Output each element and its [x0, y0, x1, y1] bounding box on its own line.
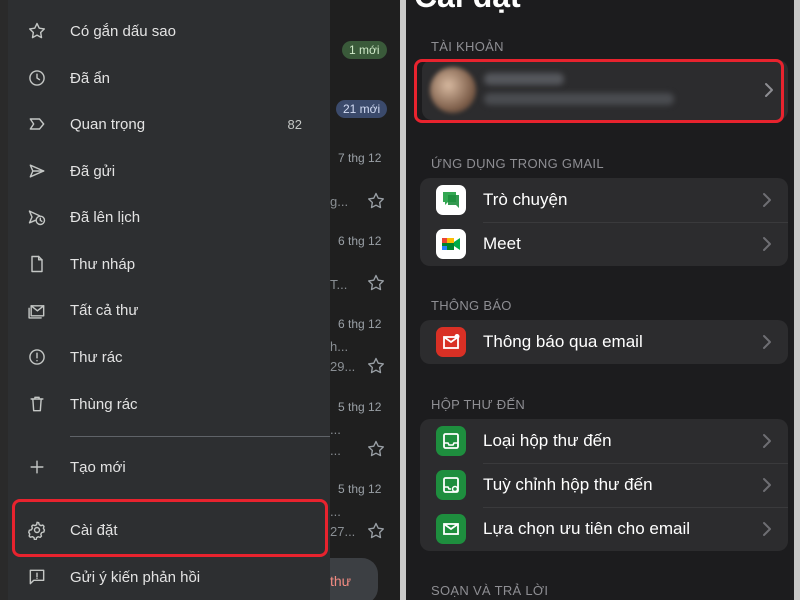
send-icon: [26, 160, 48, 182]
email-snippet: h...: [330, 339, 349, 354]
drawer-item-feedback[interactable]: Gửi ý kiến phản hồi: [8, 554, 330, 600]
email-snippet: ...: [330, 443, 341, 458]
settings-row-email-notifications[interactable]: Thông báo qua email: [420, 320, 788, 364]
inbox-group: Loại hộp thư đến Tuỳ chỉnh hộp thư đến L…: [420, 419, 788, 551]
drawer-item-create-new[interactable]: Tạo mới: [8, 444, 330, 490]
drawer-item-label: Đã ẩn: [70, 69, 111, 87]
drawer-item-snoozed[interactable]: Đã ẩn: [8, 55, 330, 101]
settings-row-meet[interactable]: Meet: [420, 222, 788, 266]
chevron-right-icon: [762, 521, 772, 537]
drawer-item-label: Có gắn dấu sao: [70, 22, 176, 40]
alert-circle-icon: [26, 346, 48, 368]
drawer-item-label: Tạo mới: [70, 458, 126, 476]
email-date: 5 thg 12: [338, 482, 382, 496]
inbox-list-behind: 1 mới 21 mới 7 thg 12 g... 6 thg 12 T...…: [330, 0, 400, 600]
email-snippet: 29...: [330, 359, 356, 374]
email-date: 5 thg 12: [338, 400, 382, 414]
email-snippet: ...: [330, 504, 341, 519]
all-mail-icon: [26, 299, 48, 321]
notifications-group: Thông báo qua email: [420, 320, 788, 364]
drawer-item-spam[interactable]: Thư rác: [8, 334, 330, 380]
chevron-right-icon: [762, 477, 772, 493]
google-chat-icon: [436, 185, 466, 215]
drawer-item-sent[interactable]: Đã gửi: [8, 148, 330, 194]
section-header-notifications: THÔNG BÁO: [431, 298, 512, 313]
drawer-item-starred[interactable]: Có gắn dấu sao: [8, 8, 330, 54]
star-icon[interactable]: [366, 356, 386, 376]
row-label: Tuỳ chỉnh hộp thư đến: [483, 475, 653, 494]
phone-bezel-left: [0, 0, 8, 600]
google-meet-icon: [436, 229, 466, 259]
drawer-item-label: Thư rác: [70, 348, 123, 366]
email-date: 6 thg 12: [338, 317, 382, 331]
drawer-item-count: 82: [287, 116, 302, 132]
email-snippet: T...: [330, 277, 348, 292]
row-label: Trò chuyện: [483, 190, 568, 209]
chevron-right-icon: [762, 433, 772, 449]
feedback-icon: [26, 566, 48, 588]
settings-row-inbox-type[interactable]: Loại hộp thư đến: [420, 419, 788, 463]
chevron-right-icon: [762, 192, 772, 208]
email-snippet: 27...: [330, 524, 356, 539]
drawer-item-label: Đã gửi: [70, 162, 116, 180]
drawer-divider: [70, 436, 330, 437]
section-header-inbox: HỘP THƯ ĐẾN: [431, 397, 526, 412]
drawer-item-label: Tất cả thư: [70, 301, 139, 319]
account-highlight-box: [414, 59, 784, 123]
chevron-right-icon: [762, 236, 772, 252]
drawer-item-label: Thùng rác: [70, 395, 138, 413]
drawer-item-label: Gửi ý kiến phản hồi: [70, 568, 201, 586]
section-header-account: TÀI KHOẢN: [431, 39, 504, 54]
new-count-badge: 21 mới: [336, 100, 388, 118]
important-label-icon: [26, 113, 48, 135]
page-title: Cài đặt: [414, 0, 521, 15]
new-count-badge: 1 mới: [342, 41, 387, 59]
email-date: 7 thg 12: [338, 151, 382, 165]
email-date: 6 thg 12: [338, 234, 382, 248]
settings-highlight-box: [12, 499, 328, 557]
drawer-item-label: Quan trọng: [70, 115, 146, 133]
apps-group: Trò chuyện Meet: [420, 178, 788, 266]
email-snippet: ...: [330, 422, 341, 437]
drawer-item-all-mail[interactable]: Tất cả thư: [8, 287, 330, 333]
drawer-item-label: Thư nháp: [70, 255, 136, 273]
drawer-item-label: Đã lên lịch: [70, 208, 141, 226]
scheduled-send-icon: [26, 206, 48, 228]
trash-icon: [26, 393, 48, 415]
inbox-type-icon: [436, 426, 466, 456]
inbox-customize-icon: [436, 470, 466, 500]
gmail-drawer-screenshot: 1 mới 21 mới 7 thg 12 g... 6 thg 12 T...…: [0, 0, 400, 600]
settings-row-inbox-customize[interactable]: Tuỳ chỉnh hộp thư đến: [420, 463, 788, 507]
star-icon: [26, 20, 48, 42]
star-icon[interactable]: [366, 191, 386, 211]
compose-label: thư: [330, 573, 352, 589]
section-header-compose: SOẠN VÀ TRẢ LỜI: [431, 583, 549, 598]
email-preference-icon: [436, 514, 466, 544]
row-label: Meet: [483, 234, 521, 253]
email-snippet: g...: [330, 194, 349, 209]
drawer-item-important[interactable]: Quan trọng 82: [8, 101, 330, 147]
section-header-apps: ỨNG DỤNG TRONG GMAIL: [431, 156, 604, 171]
star-icon[interactable]: [366, 521, 386, 541]
settings-row-email-preferences[interactable]: Lựa chọn ưu tiên cho email: [420, 507, 788, 551]
drawer-item-scheduled[interactable]: Đã lên lịch: [8, 194, 330, 240]
star-icon[interactable]: [366, 273, 386, 293]
drawer-item-drafts[interactable]: Thư nháp: [8, 241, 330, 287]
plus-icon: [26, 456, 48, 478]
file-icon: [26, 253, 48, 275]
email-notification-icon: [436, 327, 466, 357]
star-icon[interactable]: [366, 439, 386, 459]
row-label: Lựa chọn ưu tiên cho email: [483, 519, 691, 538]
chevron-right-icon: [762, 334, 772, 350]
row-label: Loại hộp thư đến: [483, 431, 612, 450]
row-label: Thông báo qua email: [483, 332, 643, 351]
clock-icon: [26, 67, 48, 89]
drawer-item-trash[interactable]: Thùng rác: [8, 381, 330, 427]
settings-row-chat[interactable]: Trò chuyện: [420, 178, 788, 222]
